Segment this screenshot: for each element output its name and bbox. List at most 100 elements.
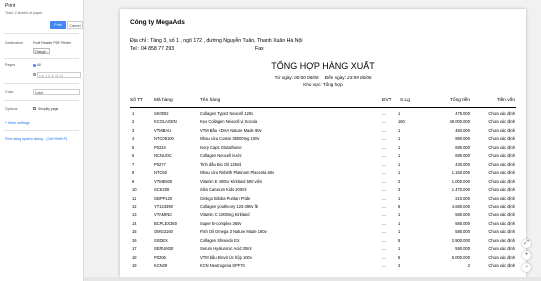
cell-total: 580.000 <box>455 229 470 235</box>
next-page-preview-edge <box>84 277 541 281</box>
divider <box>4 33 79 34</box>
cell-cost: Chưa xác định <box>488 203 515 209</box>
cell-total: 1.000.000 <box>451 178 470 184</box>
cell-total: 690.000 <box>455 144 470 150</box>
col-header-cost: Tiền vốn <box>496 98 515 103</box>
col-header-stt: Số TT <box>130 98 143 103</box>
report-area: Khu vực: Tổng hợp <box>303 82 343 87</box>
cell-qty: 1 <box>398 127 401 133</box>
cell-cost: Chưa xác định <box>488 136 515 142</box>
cell-cost: Chưa xác định <box>488 153 515 159</box>
cell-name: VTM bầu Elevit Úc hộp 100v <box>200 254 252 260</box>
cell-stt: 14 <box>132 220 137 226</box>
cell-qty: 2 <box>398 263 401 269</box>
cell-unit: .... <box>382 195 387 201</box>
cancel-button[interactable]: Cancel <box>67 21 83 29</box>
cell-name: Nhau cừu Costar 35000mg 100v <box>200 136 260 142</box>
cell-stt: 10 <box>132 187 137 193</box>
cell-stt: 4 <box>132 136 135 142</box>
cell-cost: Chưa xác định <box>488 220 515 226</box>
cell-code: BCPLEX360 <box>154 220 177 226</box>
cell-cost: Chưa xác định <box>488 161 515 167</box>
cell-qty: 3 <box>398 187 401 193</box>
cell-name: Kẹo Collagen Neocell vị Socola <box>200 119 258 125</box>
cell-qty: 2 <box>398 178 401 184</box>
cell-stt: 17 <box>132 246 137 252</box>
report-period: Từ ngày: 00:00 06/06 Đến ngày: 23:59 06/… <box>274 75 372 80</box>
cell-total: 48.000.000 <box>449 119 471 125</box>
cell-qty: 1 <box>398 111 401 116</box>
cell-code: NCNUOC <box>154 153 172 159</box>
divider <box>4 100 79 101</box>
cell-total: 475.000 <box>455 111 470 116</box>
cell-stt: 12 <box>132 203 137 209</box>
zoom-out-button[interactable]: − <box>522 263 531 272</box>
print-preview-page: Công ty MegaAds Địa chỉ : Tầng 3, số 1 ,… <box>120 9 526 277</box>
cell-code: SERUM30 <box>154 246 174 252</box>
cell-name: Collagen Neocell nước <box>200 153 242 159</box>
destination-value: Foxit Reader PDF Printer <box>33 41 72 45</box>
cell-unit: .... <box>382 212 387 218</box>
print-button[interactable]: Print <box>50 21 66 29</box>
plus-icon: + <box>524 252 529 258</box>
company-fax: Fax <box>255 46 264 52</box>
to-date: 23:59 06/06 <box>347 75 372 80</box>
cell-code: P0224 <box>154 144 166 150</box>
cell-unit: .... <box>382 263 387 269</box>
cell-name: Nhau cừu Rebirth Platinum Placenta 60v <box>200 170 275 176</box>
cell-code: KCOLAGEN <box>154 119 177 125</box>
cell-code: VTMBAU <box>154 127 172 133</box>
zoom-in-button[interactable]: + <box>522 251 531 260</box>
cell-qty: 1 <box>398 246 401 252</box>
cell-cost: Chưa xác định <box>488 263 515 269</box>
cell-qty: 160 <box>398 119 405 125</box>
cell-cost: Chưa xác định <box>488 229 515 235</box>
fit-to-page-button[interactable]: ⤢ <box>522 239 531 248</box>
divider <box>4 83 79 84</box>
cell-stt: 9 <box>132 178 135 184</box>
color-select[interactable]: Color <box>33 89 80 95</box>
cell-unit: .... <box>382 246 387 252</box>
cell-qty: 1 <box>398 229 401 235</box>
simplify-page-checkbox[interactable] <box>33 107 36 110</box>
report-title: TỔNG HỢP HÀNG XUẤT <box>271 61 375 71</box>
col-header-code: Mã hàng <box>154 98 173 103</box>
cell-stt: 6 <box>132 153 135 159</box>
system-dialog-link[interactable]: Print using system dialog... (Ctrl+Shift… <box>5 137 67 141</box>
more-settings-link[interactable]: + More settings <box>5 121 30 125</box>
print-settings-panel: Print Total: 2 sheets of paper Print Can… <box>0 0 84 281</box>
cell-unit: .... <box>382 229 387 235</box>
cell-name: Tinh dầu Bio Oil 125ml <box>200 161 242 167</box>
cell-unit: .... <box>382 161 387 167</box>
cell-total: 2 <box>467 263 470 269</box>
cell-total: 580.000 <box>455 212 470 218</box>
cell-name: Collagen Type2 Neocell 120v <box>200 111 254 116</box>
cell-qty: 5 <box>398 237 401 243</box>
cell-name: VTM Bầu +DHA Nature Made 90v <box>200 127 262 133</box>
cell-cost: Chưa xác định <box>488 111 515 116</box>
options-label: Options <box>5 107 18 111</box>
cell-total: 2.900.000 <box>451 237 470 243</box>
cell-total: 4.680.000 <box>451 203 470 209</box>
change-destination-button[interactable]: Change... <box>33 48 50 54</box>
cell-stt: 5 <box>132 144 135 150</box>
cell-total: 430.000 <box>455 161 470 167</box>
cell-total: 990.000 <box>455 136 470 142</box>
pages-all-radio[interactable] <box>33 64 36 67</box>
cell-name: Super B-complex 360v <box>200 220 242 226</box>
pages-range-input[interactable]: e.g. 1-5, 8, 11-13 <box>37 72 81 78</box>
cell-cost: Chưa xác định <box>488 187 515 193</box>
cell-stt: 7 <box>132 161 135 167</box>
pages-custom-radio[interactable] <box>33 73 36 76</box>
col-header-qty: S.Lg <box>400 98 410 103</box>
cell-total: 590.000 <box>455 246 470 252</box>
cell-code: GBPP120 <box>154 195 173 201</box>
cell-cost: Chưa xác định <box>488 195 515 201</box>
cell-qty: 6 <box>398 203 401 209</box>
cell-cost: Chưa xác định <box>488 127 515 133</box>
cell-name: Collagen youtheory 123-390v fb <box>200 203 259 209</box>
cell-unit: .... <box>382 170 387 176</box>
cell-stt: 8 <box>132 170 135 176</box>
cell-cost: Chưa xác định <box>488 119 515 125</box>
cell-stt: 15 <box>132 229 137 235</box>
